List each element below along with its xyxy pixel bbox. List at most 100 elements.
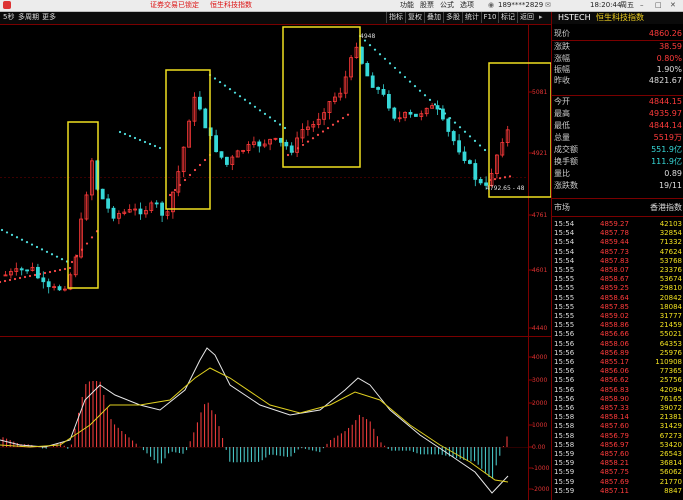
tick-row[interactable]: 15:56 4855.17 110908: [552, 358, 683, 367]
tick-volume: 53420: [659, 440, 682, 449]
market-row: 市场 香港指数: [552, 202, 683, 213]
sar-dot: [306, 140, 310, 143]
back-button[interactable]: 返回: [517, 12, 536, 23]
candle-body: [100, 188, 105, 200]
tick-price: 4858.21: [600, 459, 629, 468]
tick-row[interactable]: 15:59 4857.75 56062: [552, 468, 683, 477]
adjust-button[interactable]: 复权: [405, 12, 424, 23]
tick-row[interactable]: 15:54 4857.73 47624: [552, 248, 683, 257]
tick-price: 4856.66: [600, 330, 629, 339]
clock-weekday: 周五: [620, 1, 634, 9]
multi-stock-button[interactable]: 多股: [443, 12, 462, 23]
tick-time: 15:58: [554, 431, 575, 440]
tick-row[interactable]: 15:56 4857.33 39072: [552, 404, 683, 413]
tick-row[interactable]: 15:56 4856.06 77365: [552, 367, 683, 376]
candle-body: [160, 202, 165, 216]
sar-dot: [433, 103, 437, 106]
tick-time: 15:55: [554, 284, 575, 293]
trade-lock-notice[interactable]: 证券交易已锁定: [150, 1, 199, 10]
tick-row[interactable]: 15:55 4858.67 53674: [552, 275, 683, 284]
menu-formula[interactable]: 公式: [440, 1, 454, 10]
indicator-button[interactable]: 指标: [386, 12, 405, 23]
tick-row[interactable]: 15:54 4857.83 53768: [552, 257, 683, 266]
sar-dot: [5, 231, 9, 234]
window-title: 恒生科技指数: [210, 1, 252, 9]
tick-time: 15:56: [554, 367, 575, 376]
minimize-icon[interactable]: –: [640, 1, 644, 10]
period-selector[interactable]: 5秒: [3, 12, 14, 23]
tick-row[interactable]: 15:56 4858.06 64353: [552, 340, 683, 349]
multi-period-button[interactable]: 多周期: [18, 12, 39, 23]
message-icon[interactable]: ✉: [545, 1, 551, 10]
tick-row[interactable]: 15:55 4859.02 31777: [552, 312, 683, 321]
tick-time: 15:59: [554, 477, 575, 486]
candle-body: [376, 87, 381, 90]
tick-row[interactable]: 15:54 4859.27 42103: [552, 220, 683, 229]
tick-row[interactable]: 15:55 4858.07 23376: [552, 266, 683, 275]
sar-dot: [153, 144, 157, 148]
mark-button[interactable]: 标记: [498, 12, 517, 23]
sar-dot: [238, 95, 242, 98]
candle-body: [435, 105, 440, 110]
statistics-button[interactable]: 统计: [462, 12, 481, 23]
title-bar: 证券交易已锁定 恒生科技指数 功能 股票 公式 选项 ◉ 189****2829…: [0, 0, 683, 12]
last-price-label: 4792.65 - 48: [486, 185, 525, 192]
overlay-button[interactable]: 叠加: [424, 12, 443, 23]
tick-row[interactable]: 15:56 4856.62 25756: [552, 376, 683, 385]
sar-dot: [20, 238, 24, 241]
f10-button[interactable]: F10: [481, 12, 498, 23]
sar-dot: [188, 173, 192, 177]
account-id[interactable]: 189****2829: [498, 1, 543, 10]
sar-dot: [133, 136, 137, 140]
tick-row[interactable]: 15:59 4857.60 26543: [552, 450, 683, 459]
tick-row[interactable]: 15:55 4857.85 18084: [552, 303, 683, 312]
tick-row[interactable]: 15:59 4857.11 8847: [552, 487, 683, 496]
tick-time: 15:56: [554, 348, 575, 357]
tick-row[interactable]: 15:55 4859.25 29810: [552, 284, 683, 293]
tick-row[interactable]: 15:58 4858.14 21381: [552, 413, 683, 422]
menu-function[interactable]: 功能: [400, 1, 414, 10]
tick-volume: 21459: [659, 321, 682, 330]
tick-row[interactable]: 15:56 4856.89 25976: [552, 349, 683, 358]
tick-time: 15:58: [554, 413, 575, 422]
tick-price: 4858.64: [600, 293, 629, 302]
macd-tick-label: 2000: [532, 400, 547, 407]
tick-price: 4857.33: [600, 404, 629, 412]
more-button[interactable]: 更多: [42, 12, 56, 23]
tick-row[interactable]: 15:59 4857.69 21770: [552, 478, 683, 487]
tick-row[interactable]: 15:56 4856.83 42094: [552, 386, 683, 395]
quote-label: 换手额: [554, 157, 578, 166]
tick-row[interactable]: 15:58 4856.97 53420: [552, 441, 683, 450]
tick-volume: 21770: [659, 477, 682, 486]
maximize-icon[interactable]: □: [655, 1, 662, 10]
tick-row[interactable]: 15:56 4858.90 76165: [552, 395, 683, 404]
tick-row[interactable]: 15:54 4859.44 71332: [552, 238, 683, 247]
menu-options[interactable]: 选项: [460, 1, 474, 10]
quote-label: 总量: [554, 133, 570, 142]
tick-price: 4858.90: [600, 394, 629, 403]
tick-row[interactable]: 15:55 4858.86 21459: [552, 321, 683, 330]
chart-area[interactable]: 5081 4921 4761 4601 4440 4000 3000 2000 1000 0.0…: [0, 24, 551, 500]
sar-dot: [213, 77, 217, 80]
tick-row[interactable]: 15:58 4856.79 67273: [552, 432, 683, 441]
tick-row[interactable]: 15:56 4856.66 55021: [552, 330, 683, 339]
menu-stock[interactable]: 股票: [420, 1, 434, 10]
tick-row[interactable]: 15:55 4858.64 20842: [552, 294, 683, 303]
tick-time: 15:58: [554, 422, 575, 431]
tick-price: 4857.78: [600, 229, 629, 238]
tick-row[interactable]: 15:54 4857.78 32854: [552, 229, 683, 238]
macd-tick-label: 0.00: [532, 444, 546, 451]
panel-toggle-icon[interactable]: ▸: [539, 12, 543, 23]
tick-time: 15:55: [554, 266, 575, 274]
tick-price: 4855.17: [600, 358, 629, 366]
tick-time: 15:55: [554, 275, 575, 284]
sar-dot: [403, 75, 407, 79]
tick-volume: 8847: [664, 486, 682, 495]
sar-dot: [233, 91, 237, 94]
user-icon[interactable]: ◉: [488, 1, 494, 10]
close-icon[interactable]: ✕: [670, 1, 676, 10]
tick-row[interactable]: 15:58 4857.60 31429: [552, 422, 683, 431]
tick-volume: 47624: [659, 247, 682, 256]
tick-time: 15:58: [554, 440, 575, 449]
tick-row[interactable]: 15:59 4858.21 36814: [552, 459, 683, 468]
